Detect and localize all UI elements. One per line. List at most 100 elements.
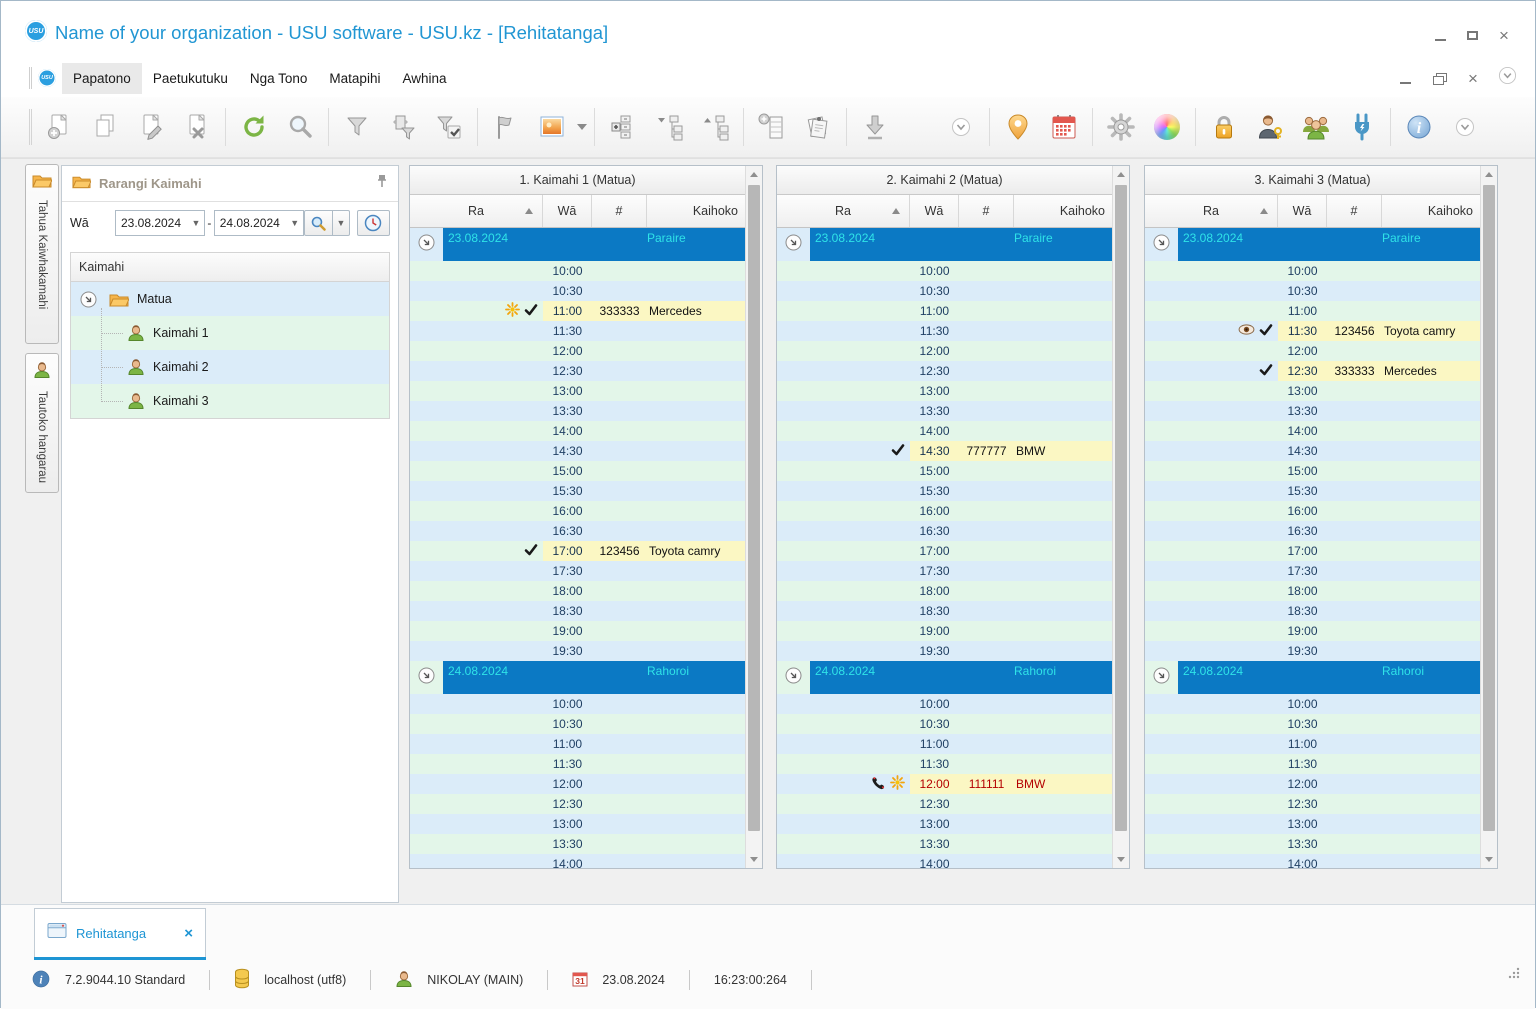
close-button[interactable]: × [1495,26,1513,44]
scrollbar-down-arrow[interactable] [1113,851,1129,868]
time-slot-row[interactable]: 13:00 [777,381,1112,401]
time-slot-row[interactable]: 12:00 111111 BMW [777,774,1112,794]
image-icon[interactable] [529,104,575,150]
time-slot-row[interactable]: 10:30 [1145,281,1480,301]
time-slot-row[interactable]: 12:00 [1145,774,1480,794]
time-slot-row[interactable]: 13:30 [410,834,745,854]
time-slot-row[interactable]: 10:00 [410,261,745,281]
appointment[interactable]: 14:30 777777 BMW [910,441,1112,461]
appointment[interactable]: 11:00 333333 Mercedes [543,301,745,321]
info-icon[interactable]: i [1396,104,1442,150]
time-slot-row[interactable]: 18:00 [410,581,745,601]
time-slot-row[interactable]: 15:30 [1145,481,1480,501]
time-slot-row[interactable]: 11:00 [410,734,745,754]
tree-expand-icon[interactable] [646,104,692,150]
tree-column-header[interactable]: Kaimahi [70,252,390,282]
time-slot-row[interactable]: 11:30 [777,754,1112,774]
expand-circle-icon[interactable] [1153,667,1170,694]
time-slot-row[interactable]: 19:00 [1145,621,1480,641]
time-slot-row[interactable]: 16:00 [1145,501,1480,521]
time-slot-row[interactable]: 14:00 [410,421,745,441]
scrollbar-up-arrow[interactable] [1481,166,1497,183]
calendar-icon[interactable] [1041,104,1087,150]
appointment[interactable]: 12:30 333333 Mercedes [1278,361,1480,381]
date-from-combobox[interactable]: 23.08.2024 ▼ [114,210,205,236]
search-dropdown-button[interactable]: ▼ [333,210,350,236]
scrollbar-down-arrow[interactable] [746,851,762,868]
time-slot-row[interactable]: 15:00 [1145,461,1480,481]
doc-new-icon[interactable] [36,104,82,150]
time-slot-row[interactable]: 17:30 [777,561,1112,581]
time-slot-row[interactable]: 12:00 [1145,341,1480,361]
time-slot-row[interactable]: 19:30 [777,641,1112,661]
mdi-child-icon[interactable]: USU [38,69,56,87]
users-group-icon[interactable] [1293,104,1339,150]
time-slot-row[interactable]: 10:30 [410,714,745,734]
column-header-kaihoko[interactable]: Kaihoko [1014,195,1112,227]
appointment[interactable]: 12:00 111111 BMW [910,774,1112,794]
column-header-number[interactable]: # [592,195,647,227]
time-slot-row[interactable]: 13:00 [1145,381,1480,401]
map-pin-icon[interactable] [995,104,1041,150]
color-ball-icon[interactable] [1144,104,1190,150]
image-dropdown-icon[interactable] [575,104,589,150]
column-header-kaihoko[interactable]: Kaihoko [647,195,745,227]
mdi-restore-button[interactable] [1430,69,1448,87]
settings-gear-icon[interactable] [1098,104,1144,150]
time-slot-row[interactable]: 11:30 [1145,754,1480,774]
date-band[interactable]: 23.08.2024 Paraire [410,228,745,261]
time-slot-row[interactable]: 14:30 [1145,441,1480,461]
scrollbar-thumb[interactable] [748,185,760,831]
column-header-number[interactable]: # [1327,195,1382,227]
time-slot-row[interactable]: 12:30 [410,361,745,381]
time-slot-row[interactable]: 12:00 [777,341,1112,361]
column-header-wa[interactable]: Wā [910,195,959,227]
time-slot-row[interactable]: 10:30 [1145,714,1480,734]
expand-circle-icon[interactable] [785,667,802,694]
refresh-icon[interactable] [231,104,277,150]
time-slot-row[interactable]: 10:00 [777,694,1112,714]
time-slot-row[interactable]: 13:00 [410,814,745,834]
menu-overflow-chevron-icon[interactable] [1498,66,1517,90]
time-slot-row[interactable]: 13:30 [410,401,745,421]
time-slot-row[interactable]: 12:30 [777,361,1112,381]
vertical-scrollbar[interactable] [1480,166,1497,868]
chevron-small-icon[interactable] [938,104,984,150]
time-slot-row[interactable]: 14:30 [410,441,745,461]
time-slot-row[interactable]: 19:00 [777,621,1112,641]
time-slot-row[interactable]: 10:00 [1145,694,1480,714]
column-header-wa[interactable]: Wā [1278,195,1327,227]
download-icon[interactable] [852,104,898,150]
appointment[interactable]: 11:30 123456 Toyota camry [1278,321,1480,341]
search-button[interactable] [303,210,334,236]
column-header-wa[interactable]: Wā [543,195,592,227]
date-band[interactable]: 24.08.2024 Rahoroi [410,661,745,694]
pin-icon[interactable] [376,174,388,193]
doc-delete-icon[interactable] [174,104,220,150]
clock-button[interactable] [356,210,390,236]
time-slot-row[interactable]: 10:00 [410,694,745,714]
doc-edit-icon[interactable] [128,104,174,150]
expand-circle-icon[interactable] [418,234,435,261]
time-slot-row[interactable]: 14:00 [1145,421,1480,441]
time-slot-row[interactable]: 16:30 [777,521,1112,541]
time-slot-row[interactable]: 18:30 [1145,601,1480,621]
doc-copy-icon[interactable] [82,104,128,150]
date-band[interactable]: 24.08.2024 Rahoroi [777,661,1112,694]
column-header-kaihoko[interactable]: Kaihoko [1382,195,1480,227]
time-slot-row[interactable]: 13:30 [1145,401,1480,421]
time-slot-row[interactable]: 10:00 [1145,261,1480,281]
time-slot-row[interactable]: 18:00 [1145,581,1480,601]
mdi-close-button[interactable]: × [1464,69,1482,87]
menu-item-nga-tono[interactable]: Nga Tono [239,63,319,94]
time-slot-row[interactable]: 13:00 [1145,814,1480,834]
appointment[interactable]: 17:00 123456 Toyota camry [543,541,745,561]
expand-circle-icon[interactable] [71,291,97,308]
time-slot-row[interactable]: 13:00 [410,381,745,401]
tab-close-icon[interactable]: × [184,925,193,942]
time-slot-row[interactable]: 10:00 [777,261,1112,281]
date-band[interactable]: 23.08.2024 Paraire [1145,228,1480,261]
row-expand-icon[interactable] [600,104,646,150]
maximize-button[interactable] [1463,26,1481,44]
mdi-minimize-button[interactable] [1396,69,1414,87]
